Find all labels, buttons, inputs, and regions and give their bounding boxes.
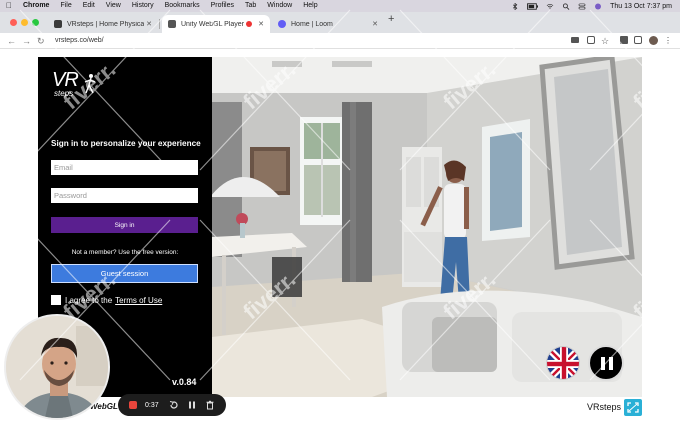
guest-session-button[interactable]: Guest session — [51, 264, 198, 283]
terms-agreement: I agree to the Terms of Use — [51, 295, 162, 305]
window-zoom-button[interactable] — [32, 19, 39, 26]
bluetooth-icon[interactable] — [511, 2, 519, 10]
terms-of-use-link[interactable]: Terms of Use — [115, 296, 162, 305]
tab-loom-home[interactable]: Home | Loom ✕ — [272, 15, 384, 33]
camera-icon[interactable] — [571, 37, 579, 43]
logo-figure-icon — [84, 74, 96, 94]
apple-icon[interactable]:  — [6, 0, 16, 12]
signin-button[interactable]: Sign in — [51, 217, 198, 233]
password-field[interactable] — [51, 188, 198, 203]
delete-recording-icon[interactable] — [205, 400, 215, 410]
menu-file[interactable]: File — [60, 0, 71, 12]
menu-tab[interactable]: Tab — [245, 0, 256, 12]
pause-icon — [601, 357, 605, 370]
loom-recording-controls: 0:37 — [118, 394, 226, 416]
menu-edit[interactable]: Edit — [83, 0, 95, 12]
unity-webgl-canvas[interactable] — [212, 57, 642, 397]
control-center-icon[interactable] — [578, 3, 586, 10]
agree-label: I agree to the — [65, 295, 113, 305]
recording-indicator-icon — [246, 21, 252, 27]
menu-history[interactable]: History — [132, 0, 154, 12]
presenter-video-image — [6, 316, 108, 418]
pause-recording-icon[interactable] — [187, 400, 197, 410]
window-close-button[interactable] — [10, 19, 17, 26]
tab-close-icon[interactable]: ✕ — [256, 20, 266, 28]
terms-checkbox[interactable] — [51, 295, 61, 305]
menu-window[interactable]: Window — [267, 0, 292, 12]
tab-close-icon[interactable]: ✕ — [144, 20, 154, 28]
menu-bookmarks[interactable]: Bookmarks — [165, 0, 200, 12]
browser-tab-strip: VRsteps | Home Physical Reha ✕ Unity Web… — [0, 12, 680, 33]
pause-icon — [609, 357, 613, 370]
wifi-icon[interactable] — [546, 3, 554, 10]
menu-view[interactable]: View — [106, 0, 121, 12]
fullscreen-button[interactable] — [624, 399, 642, 416]
language-flag-button[interactable] — [546, 346, 580, 380]
not-member-text: Not a member? Use the free version: — [71, 249, 179, 256]
tab-divider — [159, 19, 160, 29]
address-bar-url[interactable]: vrsteps.co/web/ — [55, 35, 104, 47]
spotlight-search-icon[interactable] — [562, 2, 570, 10]
back-arrow-icon[interactable]: ← — [7, 35, 16, 47]
version-label: v.0.84 — [172, 377, 197, 387]
side-panel-icon[interactable] — [634, 36, 642, 44]
restart-recording-icon[interactable] — [169, 400, 179, 410]
bookmark-star-icon[interactable]: ☆ — [601, 35, 609, 47]
recording-elapsed-time: 0:37 — [145, 401, 159, 409]
stop-recording-button[interactable] — [129, 401, 137, 409]
menu-profiles[interactable]: Profiles — [211, 0, 234, 12]
vrsteps-brand-label: VRsteps — [587, 402, 622, 412]
profile-avatar[interactable] — [649, 36, 658, 45]
tab-title: VRsteps | Home Physical Reha — [67, 20, 144, 28]
menubar-datetime[interactable]: Thu 13 Oct 7:37 pm — [610, 3, 672, 10]
mac-menu-bar:  Chrome File Edit View History Bookmark… — [0, 0, 680, 12]
webcam-bubble[interactable] — [4, 314, 110, 420]
pause-button[interactable] — [588, 345, 624, 381]
window-minimize-button[interactable] — [21, 19, 28, 26]
menu-app-name[interactable]: Chrome — [23, 0, 49, 12]
vrsteps-favicon-icon — [54, 20, 62, 28]
email-field[interactable] — [51, 160, 198, 175]
battery-icon[interactable] — [527, 2, 539, 10]
tab-vrsteps-home[interactable]: VRsteps | Home Physical Reha ✕ — [48, 15, 158, 33]
reload-icon[interactable]: ↻ — [37, 35, 45, 47]
menu-help[interactable]: Help — [303, 0, 317, 12]
unity-favicon-icon — [168, 20, 176, 28]
extensions-puzzle-icon[interactable] — [620, 36, 628, 44]
browser-toolbar: ← → ↻ vrsteps.co/web/ ☆ ⋮ — [0, 33, 680, 49]
share-icon[interactable] — [587, 36, 595, 44]
tab-title: Home | Loom — [291, 20, 333, 28]
vrsteps-logo: VR steps — [52, 69, 96, 98]
siri-icon[interactable] — [594, 3, 602, 10]
new-tab-button[interactable]: + — [388, 13, 394, 25]
signin-heading: Sign in to personalize your experience — [51, 139, 201, 148]
tab-title: Unity WebGL Player | VRste — [181, 20, 246, 28]
forward-arrow-icon[interactable]: → — [22, 35, 31, 47]
tab-unity-webgl-player[interactable]: Unity WebGL Player | VRste ✕ — [162, 15, 270, 33]
living-room-scene-image — [212, 57, 642, 397]
more-options-icon[interactable]: ⋮ — [664, 35, 672, 47]
loom-favicon-icon — [278, 20, 286, 28]
fullscreen-expand-icon — [627, 402, 639, 413]
tab-close-icon[interactable]: ✕ — [370, 20, 380, 28]
